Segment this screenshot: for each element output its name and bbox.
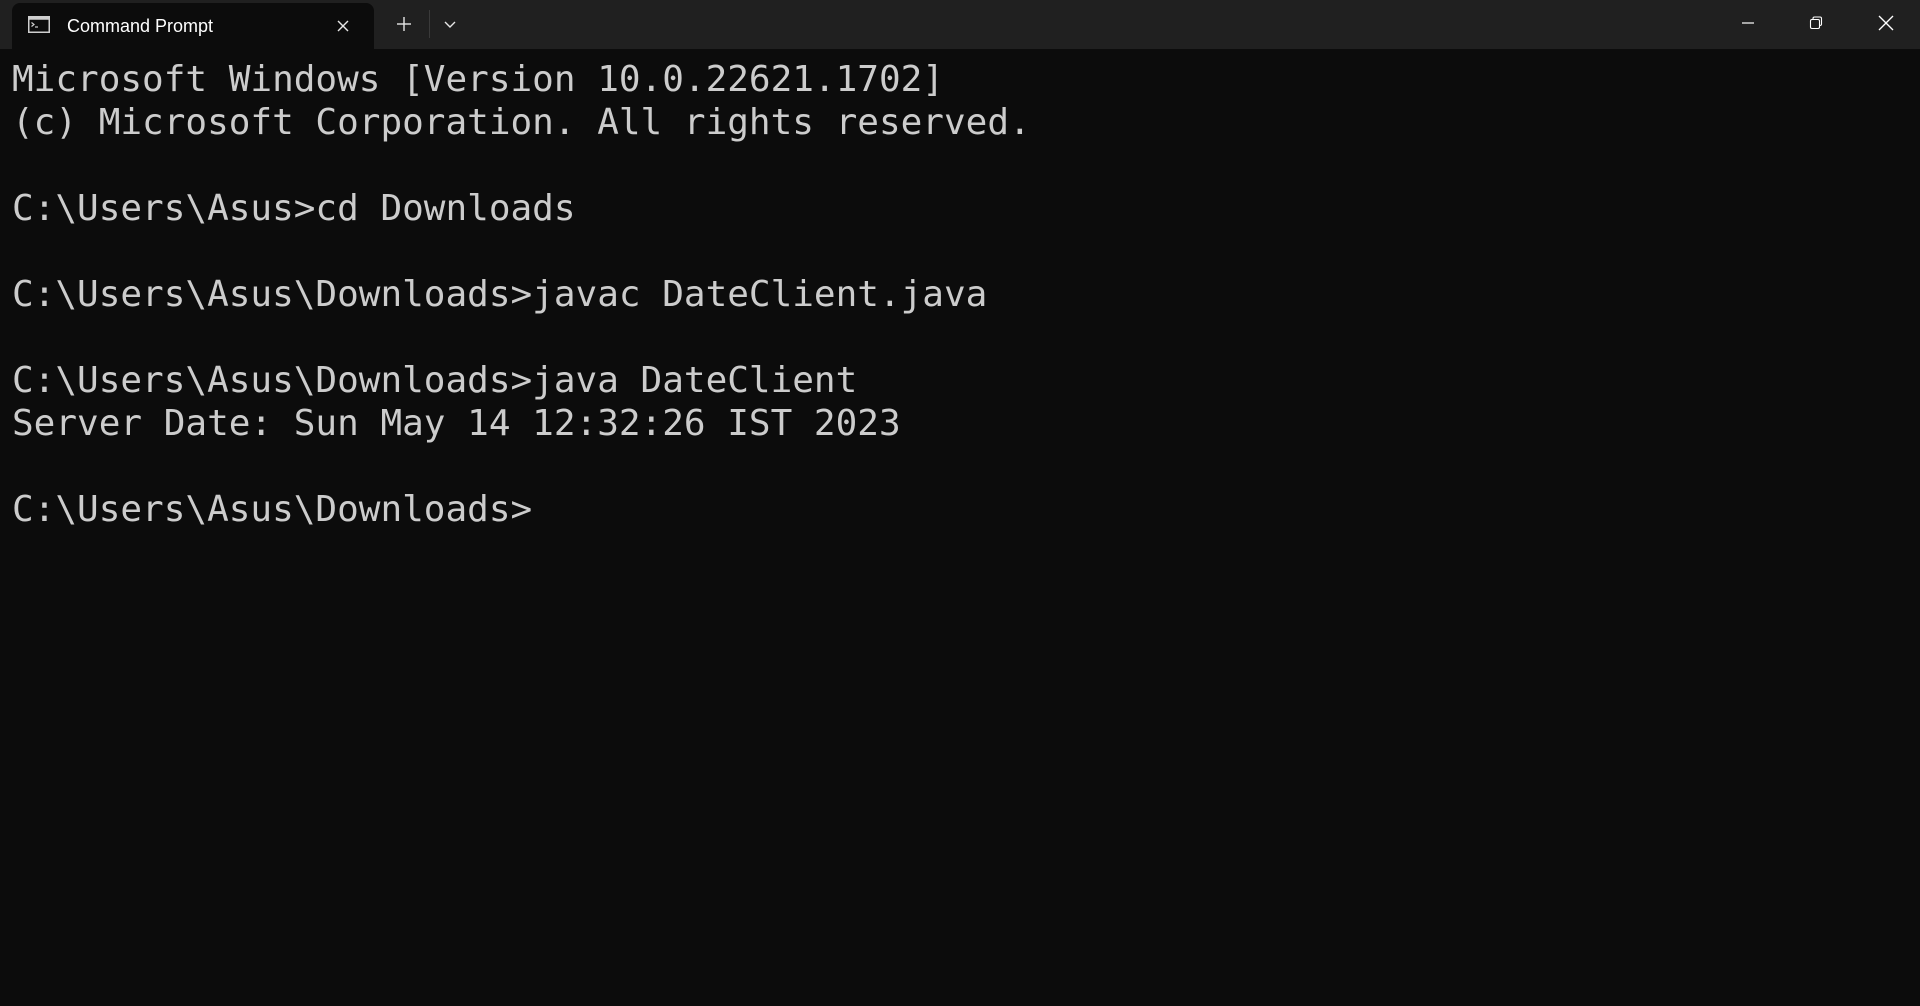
- chevron-down-icon: [444, 21, 456, 28]
- plus-icon: [397, 17, 411, 31]
- restore-icon: [1809, 16, 1823, 30]
- console-line-javac-command: C:\Users\Asus\Downloads>javac DateClient…: [12, 274, 988, 315]
- minimize-icon: [1742, 22, 1754, 24]
- console-output[interactable]: Microsoft Windows [Version 10.0.22621.17…: [12, 58, 1908, 988]
- console-line-java-command: C:\Users\Asus\Downloads>java DateClient: [12, 360, 858, 401]
- tab-close-icon[interactable]: [332, 15, 354, 37]
- close-icon: [1878, 15, 1894, 31]
- profile-dropdown-button[interactable]: [438, 12, 462, 36]
- tab-title: Command Prompt: [67, 16, 214, 36]
- console-line-version: Microsoft Windows [Version 10.0.22621.17…: [12, 59, 944, 100]
- command-prompt-input[interactable]: C:\Users\Asus\Downloads>: [12, 488, 1908, 531]
- minimize-button[interactable]: [1714, 0, 1782, 46]
- console-line-server-date: Server Date: Sun May 14 12:32:26 IST 202…: [12, 403, 901, 444]
- close-window-button[interactable]: [1852, 0, 1920, 46]
- console-line-cd-command: C:\Users\Asus>cd Downloads: [12, 188, 576, 229]
- title-bar: Command Prompt: [0, 0, 1920, 49]
- new-tab-button[interactable]: [390, 12, 418, 36]
- tab-command-prompt[interactable]: Command Prompt: [12, 3, 374, 49]
- restore-button[interactable]: [1782, 0, 1850, 46]
- titlebar-divider: [429, 10, 430, 38]
- terminal-icon: [28, 16, 50, 33]
- console-line-copyright: (c) Microsoft Corporation. All rights re…: [12, 102, 1031, 143]
- terminal-window: Command Prompt Microsoft Windows [Versio…: [0, 0, 1920, 1006]
